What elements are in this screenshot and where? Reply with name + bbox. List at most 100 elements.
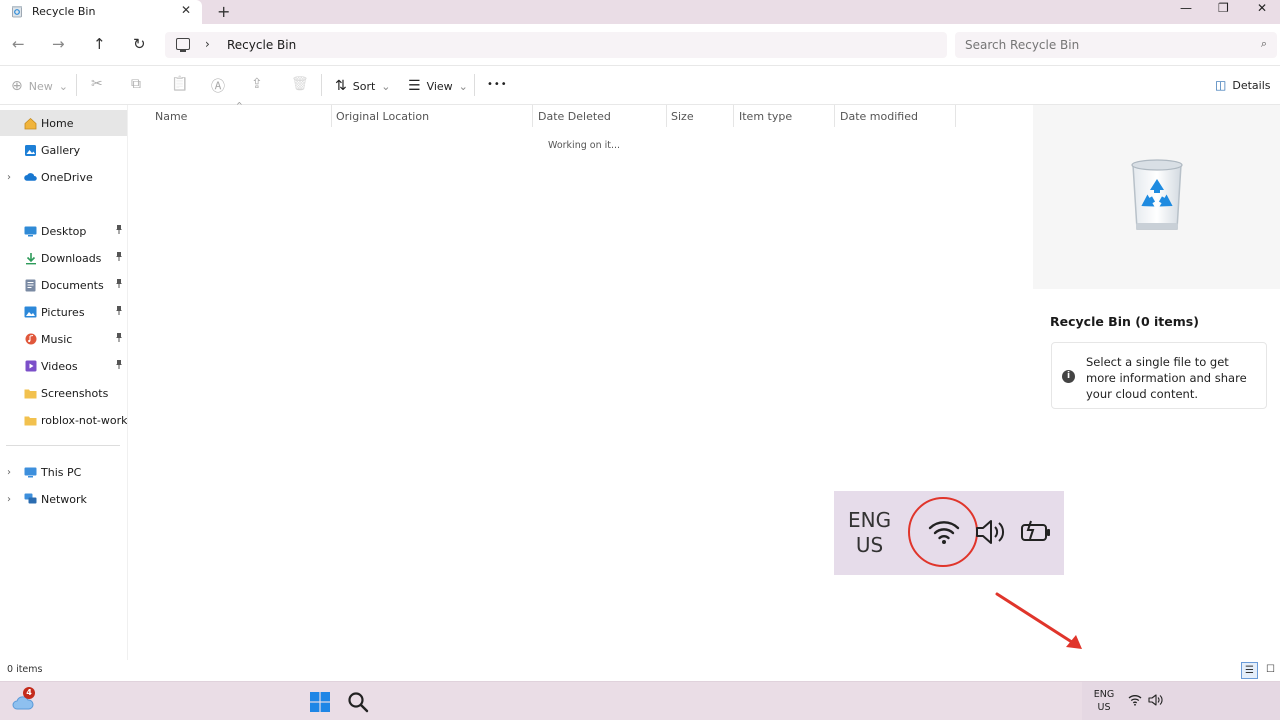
column-divider[interactable] bbox=[666, 105, 667, 127]
sidebar-item-label: Downloads bbox=[41, 251, 102, 265]
sort-button[interactable]: ⇅ Sort ⌄ bbox=[335, 78, 391, 94]
pin-icon bbox=[115, 306, 123, 318]
tray-lang-line1: ENG bbox=[1093, 689, 1115, 700]
sidebar-item-label: Videos bbox=[41, 359, 78, 373]
callout-lang-line2: US bbox=[855, 533, 884, 557]
tray-zoom-callout: ENG US bbox=[834, 491, 1064, 575]
more-options-button[interactable]: ••• bbox=[487, 79, 508, 90]
tiles-view-button[interactable]: ☐ bbox=[1262, 662, 1279, 679]
sidebar-item-onedrive[interactable]: › OneDrive bbox=[0, 164, 127, 190]
column-header-date-deleted[interactable]: Date Deleted bbox=[538, 105, 611, 127]
search-icon[interactable] bbox=[347, 691, 369, 713]
sidebar-item-downloads[interactable]: Downloads bbox=[0, 245, 127, 271]
sidebar-item-documents[interactable]: Documents bbox=[0, 272, 127, 298]
view-icon: ☰ bbox=[408, 78, 421, 94]
column-divider[interactable] bbox=[955, 105, 956, 127]
wifi-icon[interactable] bbox=[1128, 694, 1142, 706]
chevron-right-icon[interactable]: › bbox=[7, 467, 11, 478]
info-card: i Select a single file to get more infor… bbox=[1051, 342, 1267, 409]
sidebar-item-screenshots[interactable]: Screenshots bbox=[0, 380, 127, 406]
details-label: Details bbox=[1232, 78, 1271, 92]
breadcrumb[interactable]: Recycle Bin bbox=[227, 38, 296, 52]
info-message: Select a single file to get more informa… bbox=[1086, 355, 1247, 401]
column-header-name[interactable]: Name bbox=[155, 105, 187, 127]
new-tab-button[interactable]: + bbox=[217, 2, 230, 21]
divider bbox=[321, 74, 322, 96]
sidebar-item-desktop[interactable]: Desktop bbox=[0, 218, 127, 244]
refresh-button[interactable]: ↻ bbox=[133, 35, 146, 53]
new-button[interactable]: ⊕ New ⌄ bbox=[11, 78, 68, 94]
download-icon bbox=[24, 252, 37, 265]
breadcrumb-chevron-icon[interactable]: › bbox=[205, 37, 210, 51]
sidebar-item-home[interactable]: Home bbox=[0, 110, 127, 136]
up-button[interactable]: ↑ bbox=[93, 35, 106, 53]
search-icon[interactable]: ⌕ bbox=[1261, 37, 1267, 51]
column-divider[interactable] bbox=[834, 105, 835, 127]
highlight-circle bbox=[908, 497, 978, 567]
tab-title: Recycle Bin bbox=[32, 5, 96, 18]
sidebar-item-label: This PC bbox=[41, 465, 82, 479]
search-input[interactable] bbox=[965, 36, 1245, 54]
delete-icon[interactable]: 🗑 bbox=[291, 76, 309, 92]
desktop-icon bbox=[24, 225, 37, 238]
back-button[interactable]: ← bbox=[12, 35, 25, 53]
search-box[interactable]: ⌕ bbox=[955, 32, 1277, 58]
status-bar: 0 items ☰ ☐ bbox=[0, 660, 1280, 681]
sidebar-item-label: Home bbox=[41, 116, 74, 130]
copy-icon[interactable]: ⧉ bbox=[131, 76, 141, 92]
navigation-pane: Home Gallery › OneDrive Desktop Download… bbox=[0, 105, 128, 660]
windows-start-icon[interactable] bbox=[310, 692, 330, 712]
details-pane: Recycle Bin (0 items) i Select a single … bbox=[1033, 105, 1280, 660]
divider bbox=[474, 74, 475, 96]
forward-button[interactable]: → bbox=[52, 35, 65, 53]
cloud-icon bbox=[24, 171, 37, 184]
sidebar-divider bbox=[6, 445, 120, 446]
details-view-button[interactable]: ☰ bbox=[1241, 662, 1258, 679]
picture-icon bbox=[24, 306, 37, 319]
music-icon bbox=[24, 333, 37, 346]
details-button[interactable]: ◫ Details bbox=[1215, 78, 1270, 92]
sidebar-item-roblox-not-working[interactable]: roblox-not-working bbox=[0, 407, 127, 433]
cut-icon[interactable]: ✂ bbox=[91, 76, 103, 92]
chevron-right-icon[interactable]: › bbox=[7, 172, 11, 183]
address-row: ← → ↑ ↻ › Recycle Bin ⌕ bbox=[0, 24, 1280, 65]
this-pc-icon bbox=[176, 38, 190, 52]
input-language[interactable]: ENG US bbox=[1092, 688, 1116, 714]
column-divider[interactable] bbox=[733, 105, 734, 127]
sidebar-item-this-pc[interactable]: › This PC bbox=[0, 459, 127, 485]
sidebar-item-pictures[interactable]: Pictures bbox=[0, 299, 127, 325]
view-button[interactable]: ☰ View ⌄ bbox=[408, 78, 468, 94]
sidebar-item-gallery[interactable]: Gallery bbox=[0, 137, 127, 163]
rename-icon[interactable]: Ⓐ bbox=[211, 76, 225, 96]
volume-icon[interactable] bbox=[1148, 693, 1164, 707]
sidebar-item-music[interactable]: Music bbox=[0, 326, 127, 352]
recycle-bin-icon bbox=[12, 6, 22, 18]
document-icon bbox=[24, 279, 37, 292]
maximize-button[interactable]: ❐ bbox=[1218, 1, 1229, 15]
column-header-date-modified[interactable]: Date modified bbox=[840, 105, 918, 127]
column-divider[interactable] bbox=[331, 105, 332, 127]
sidebar-item-videos[interactable]: Videos bbox=[0, 353, 127, 379]
share-icon[interactable]: ⇪ bbox=[251, 76, 263, 92]
preview-area bbox=[1033, 105, 1280, 289]
pin-icon bbox=[115, 225, 123, 237]
tab-recycle-bin[interactable]: Recycle Bin ✕ bbox=[0, 0, 202, 24]
column-header-item-type[interactable]: Item type bbox=[739, 105, 792, 127]
sidebar-item-label: Documents bbox=[41, 278, 104, 292]
close-button[interactable]: ✕ bbox=[1257, 1, 1267, 15]
sidebar-item-network[interactable]: › Network bbox=[0, 486, 127, 512]
chevron-right-icon[interactable]: › bbox=[7, 494, 11, 505]
pin-icon bbox=[115, 252, 123, 264]
column-divider[interactable] bbox=[532, 105, 533, 127]
recycle-bin-icon bbox=[1131, 159, 1183, 230]
minimize-button[interactable]: — bbox=[1180, 1, 1192, 15]
column-header-size[interactable]: Size bbox=[671, 105, 694, 127]
column-header-original-location[interactable]: Original Location bbox=[336, 105, 429, 127]
tab-close-icon[interactable]: ✕ bbox=[181, 3, 191, 17]
folder-icon bbox=[24, 387, 37, 400]
file-list: Name ^ Original Location Date Deleted Si… bbox=[129, 101, 1033, 660]
sidebar-item-label: Pictures bbox=[41, 305, 85, 319]
paste-icon[interactable]: 📋 bbox=[171, 76, 188, 92]
new-icon: ⊕ bbox=[11, 78, 23, 94]
address-bar[interactable]: › Recycle Bin bbox=[165, 32, 947, 58]
